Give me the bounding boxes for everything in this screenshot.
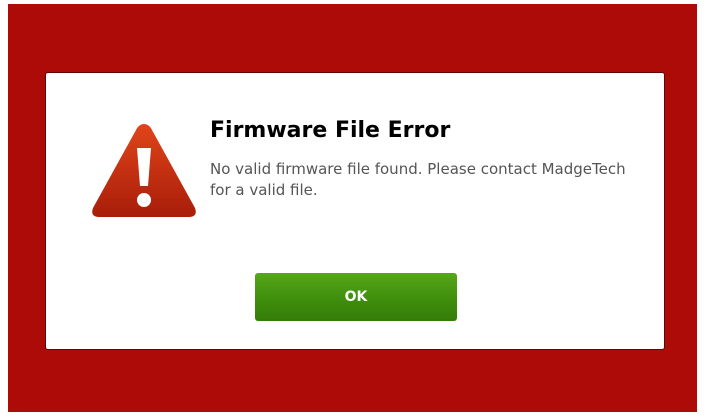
ok-button[interactable]: OK <box>255 273 457 321</box>
warning-triangle-icon <box>92 124 196 217</box>
dialog-title: Firmware File Error <box>210 118 451 143</box>
error-dialog: Firmware File Error No valid firmware fi… <box>45 72 665 350</box>
dialog-message: No valid firmware file found. Please con… <box>210 160 626 199</box>
error-screen-background: Firmware File Error No valid firmware fi… <box>8 4 697 412</box>
